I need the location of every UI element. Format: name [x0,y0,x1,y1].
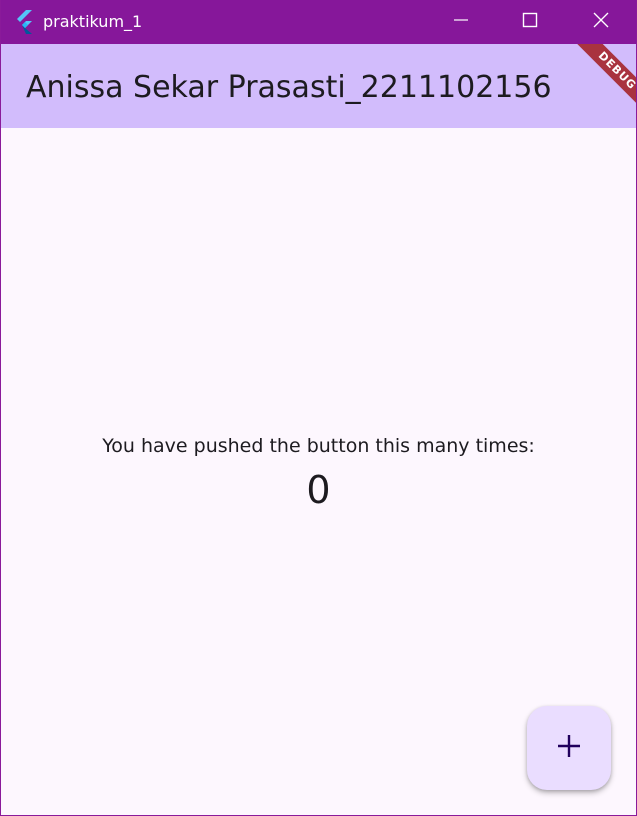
debug-banner: DEBUG [546,44,636,134]
app-window: praktikum_1 Anissa Sekar Prasasti_221110… [0,0,637,816]
close-button[interactable] [578,0,624,44]
minimize-button[interactable] [438,0,484,44]
close-icon [592,11,610,33]
maximize-button[interactable] [507,0,553,44]
plus-icon [556,733,582,763]
counter-value: 0 [306,468,331,512]
window-title: praktikum_1 [43,12,143,31]
increment-button[interactable] [527,706,611,790]
maximize-icon [522,12,538,32]
page-title: Anissa Sekar Prasasti_2211102156 [26,70,552,105]
window-titlebar[interactable]: praktikum_1 [1,0,636,44]
minimize-icon [453,12,469,32]
counter-label: You have pushed the button this many tim… [102,435,535,457]
debug-banner-label: DEBUG [568,44,636,120]
flutter-logo-icon [15,10,37,34]
app-bar: Anissa Sekar Prasasti_2211102156 [1,44,636,128]
